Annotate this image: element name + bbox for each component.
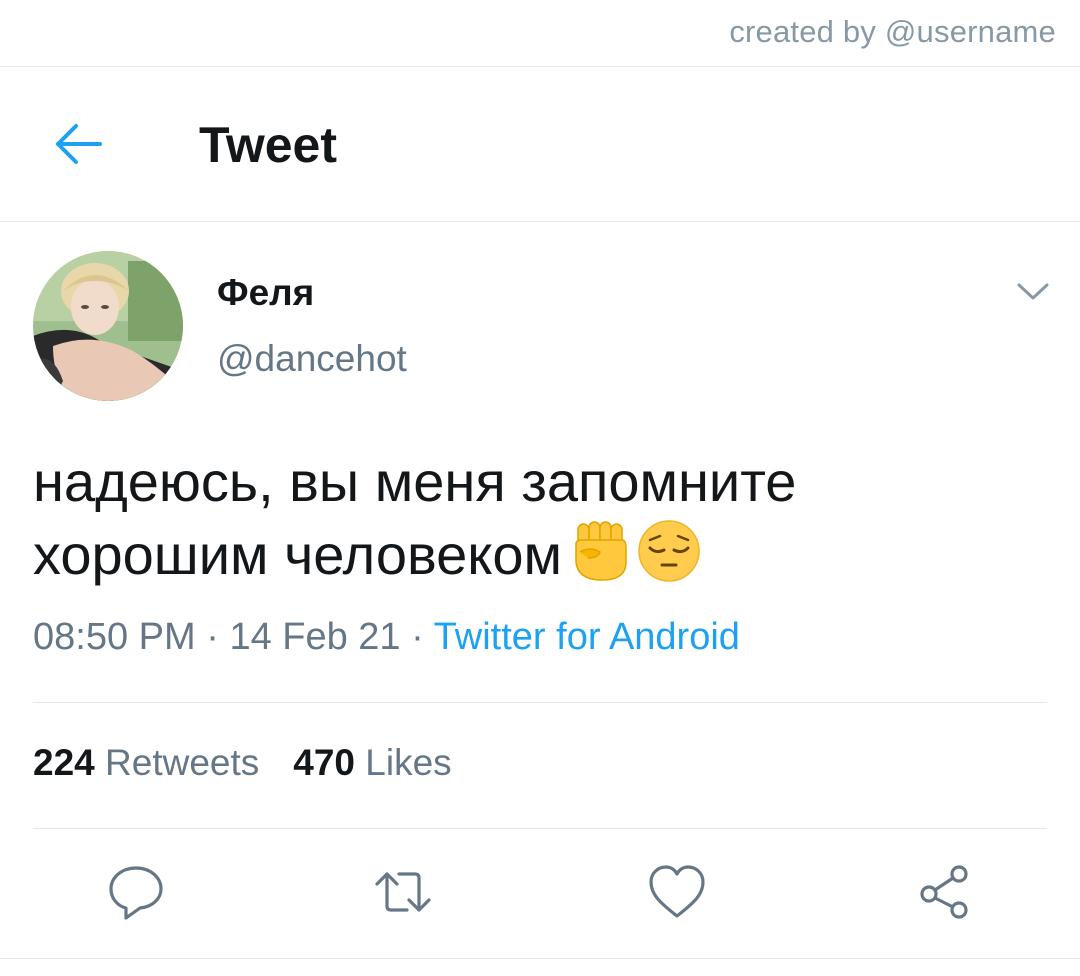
- divider: [33, 828, 1047, 829]
- share-icon: [920, 865, 968, 919]
- back-button[interactable]: [52, 122, 104, 166]
- top-bar: Tweet: [0, 66, 1080, 221]
- tweet-source-link[interactable]: Twitter for Android: [434, 616, 740, 658]
- retweets-stat[interactable]: 224 Retweets: [33, 742, 259, 784]
- likes-label: Likes: [365, 742, 452, 783]
- likes-stat[interactable]: 470 Likes: [293, 742, 451, 784]
- tweet-text: надеюсь, вы меня запомните хорошим челов…: [33, 445, 1033, 591]
- tweet-metadata: 08:50 PM · 14 Feb 21 · Twitter for Andro…: [33, 616, 740, 659]
- avatar[interactable]: [33, 251, 183, 401]
- retweets-label: Retweets: [105, 742, 260, 783]
- raised-fist-emoji: [568, 518, 634, 584]
- divider: [33, 702, 1047, 703]
- share-button[interactable]: [915, 862, 975, 922]
- tweet-options-button[interactable]: [1015, 281, 1051, 303]
- user-handle[interactable]: @dancehot: [217, 338, 407, 380]
- divider: [0, 958, 1080, 959]
- likes-count: 470: [293, 742, 355, 783]
- display-name[interactable]: Феля: [217, 272, 314, 314]
- reply-button[interactable]: [106, 862, 166, 922]
- tweet-time: 08:50 PM: [33, 616, 196, 658]
- heart-icon: [649, 865, 705, 918]
- divider: [0, 221, 1080, 222]
- watermark-credit: created by @username: [729, 14, 1056, 49]
- tweet-text-line: надеюсь, вы меня запомните: [33, 450, 797, 513]
- chevron-down-icon: [1017, 283, 1049, 300]
- retweet-icon: [375, 872, 431, 912]
- meta-separator: ·: [400, 616, 434, 658]
- page-title: Tweet: [199, 117, 337, 173]
- back-arrow-icon: [56, 124, 102, 164]
- meta-separator: ·: [195, 616, 230, 658]
- tweet-date: 14 Feb 21: [229, 616, 401, 658]
- tweet-text-fragment: хорошим человеком: [33, 523, 563, 586]
- reply-icon: [109, 866, 163, 920]
- pensive-face-emoji: [636, 518, 702, 584]
- retweets-count: 224: [33, 742, 95, 783]
- engagement-stats: 224 Retweets 470 Likes: [33, 742, 452, 784]
- tweet-text-line: хорошим человеком: [33, 518, 1033, 591]
- profile-photo: [33, 251, 183, 401]
- like-button[interactable]: [647, 862, 707, 922]
- retweet-button[interactable]: [373, 862, 433, 922]
